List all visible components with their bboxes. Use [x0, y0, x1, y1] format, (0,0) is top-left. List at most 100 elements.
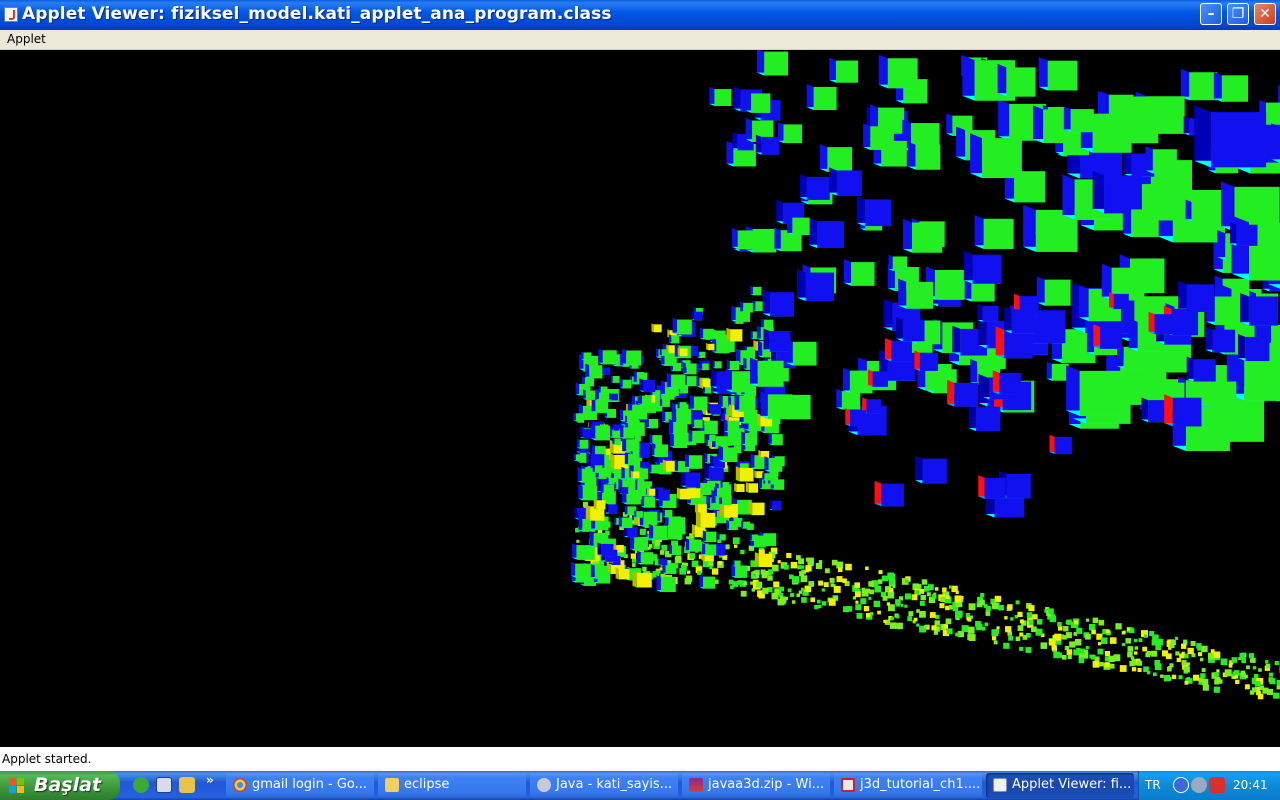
minimize-button[interactable]: – — [1200, 3, 1222, 25]
maximize-button[interactable]: ❐ — [1227, 3, 1249, 25]
task-chrome[interactable]: gmail login - Go... — [226, 773, 374, 798]
particle — [1151, 650, 1158, 657]
task-winrar[interactable]: javaa3d.zip - Wi... — [682, 773, 830, 798]
particle — [1181, 651, 1185, 655]
particle — [1074, 639, 1082, 646]
status-text: Applet started. — [2, 752, 92, 766]
particle — [737, 580, 743, 585]
particle — [1078, 657, 1085, 664]
particle — [1092, 660, 1100, 668]
cube — [808, 217, 844, 249]
particle — [877, 610, 881, 615]
particle — [751, 588, 755, 592]
cube — [799, 174, 830, 200]
cube — [749, 357, 784, 387]
particle — [1190, 641, 1196, 646]
particle — [1201, 645, 1208, 653]
notes-icon[interactable] — [179, 777, 195, 793]
particle — [1121, 642, 1125, 647]
cube — [874, 480, 904, 507]
particle — [861, 587, 866, 592]
particle — [975, 621, 981, 627]
tray-antivirus-icon[interactable] — [1209, 777, 1225, 793]
cube — [576, 438, 589, 449]
particle — [702, 561, 709, 568]
task-pdf[interactable]: j3d_tutorial_ch1.... — [834, 773, 982, 798]
cube — [611, 423, 620, 431]
particle — [895, 615, 900, 619]
menu-bar: Applet — [0, 30, 1280, 50]
particle — [648, 544, 653, 548]
particle — [916, 584, 922, 589]
task-eclipse-folder[interactable]: eclipse — [378, 773, 526, 798]
tray-arrow-icon[interactable] — [1173, 777, 1189, 793]
particle — [722, 555, 728, 560]
applet-3d-canvas[interactable] — [0, 50, 1280, 747]
cube — [727, 359, 740, 371]
particle — [783, 564, 789, 570]
cube — [735, 466, 754, 482]
cube — [898, 278, 934, 309]
particle — [1066, 649, 1073, 655]
window-title-bar[interactable]: Applet Viewer: fiziksel_model.kati_apple… — [0, 0, 1280, 30]
particle — [797, 565, 802, 570]
particle — [1193, 674, 1200, 681]
particle — [1213, 651, 1221, 659]
cube — [585, 363, 603, 379]
particle — [875, 589, 879, 593]
task-label: j3d_tutorial_ch1.... — [860, 777, 981, 792]
taskbar: Başlat » gmail login - Go... eclipse Jav… — [0, 771, 1280, 800]
particle — [985, 611, 991, 616]
quicklaunch-more[interactable]: » — [206, 773, 214, 787]
particle — [1251, 687, 1257, 693]
particle — [985, 605, 991, 612]
cube — [762, 289, 795, 317]
particle — [1248, 653, 1255, 659]
cube — [677, 347, 688, 357]
particle — [889, 587, 894, 593]
particle — [642, 566, 647, 572]
cube — [914, 350, 939, 371]
particle — [855, 600, 859, 604]
particle — [718, 561, 722, 565]
particle — [732, 581, 738, 588]
particle — [955, 611, 962, 619]
particle — [773, 581, 780, 588]
task-applet-viewer[interactable]: Applet Viewer: fi... — [986, 773, 1134, 798]
particle — [943, 624, 948, 629]
particle — [1008, 635, 1013, 641]
particle — [801, 569, 806, 575]
start-button[interactable]: Başlat — [0, 771, 120, 800]
particle — [1176, 657, 1181, 663]
particle — [916, 609, 920, 613]
eclipse-icon — [537, 778, 551, 792]
cube — [754, 552, 773, 568]
utorrent-icon[interactable] — [133, 777, 149, 793]
particle — [1153, 672, 1157, 677]
particle — [961, 625, 969, 633]
cube — [668, 334, 680, 344]
particle — [1085, 646, 1089, 650]
java-app-icon — [4, 7, 18, 22]
desktop-icon[interactable] — [156, 777, 172, 793]
particle — [1015, 600, 1020, 605]
particle — [991, 629, 999, 637]
cube — [1046, 361, 1069, 381]
chrome-icon — [233, 778, 247, 792]
language-indicator[interactable]: TR — [1145, 778, 1161, 792]
cube — [621, 348, 642, 366]
menu-applet[interactable]: Applet — [7, 32, 46, 46]
task-eclipse-java[interactable]: Java - kati_sayis... — [530, 773, 678, 798]
cube — [714, 487, 727, 498]
particle — [815, 562, 822, 570]
close-button[interactable]: ✕ — [1254, 3, 1276, 25]
particle — [945, 618, 952, 625]
cube — [612, 437, 621, 445]
particle — [1169, 643, 1175, 648]
tray-network-icon[interactable] — [1191, 777, 1207, 793]
particle — [787, 588, 792, 593]
particle — [895, 599, 901, 605]
particle — [1115, 623, 1122, 630]
cube — [712, 360, 722, 369]
cube — [1036, 276, 1071, 306]
